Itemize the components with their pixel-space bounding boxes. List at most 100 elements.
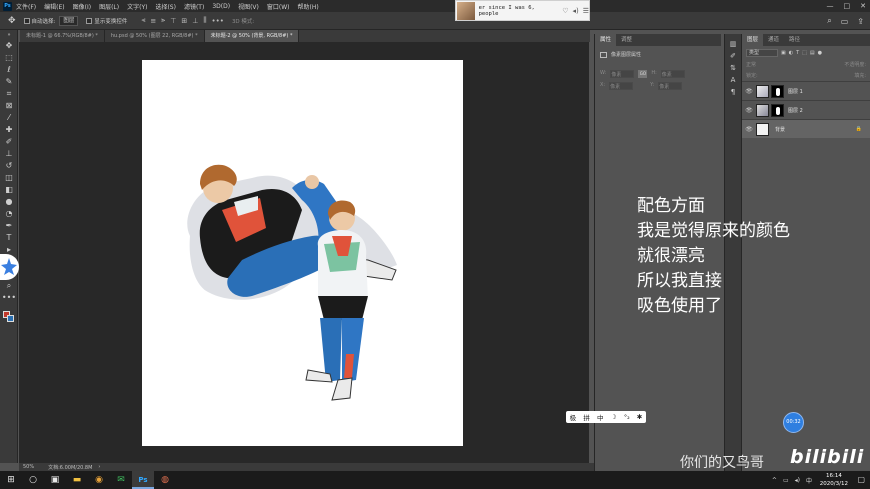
align-right-icon[interactable]: ⫸	[161, 16, 165, 25]
dodge-tool-icon[interactable]: ◔	[0, 208, 18, 220]
x-input[interactable]: 像素	[609, 82, 634, 90]
paragraph-icon[interactable]: ¶	[725, 86, 741, 98]
menu-window[interactable]: 窗口(W)	[267, 2, 290, 11]
zoom-tool-icon[interactable]: ⌕	[0, 280, 18, 292]
search-icon[interactable]: ⌕	[827, 16, 831, 26]
workspace-icon[interactable]: ▭	[841, 17, 849, 26]
menu-filter[interactable]: 滤镜(T)	[184, 2, 204, 11]
crop-tool-icon[interactable]: ⌗	[0, 88, 18, 100]
eyedropper-tool-icon[interactable]: ⁄	[0, 112, 18, 124]
filter-smart-icon[interactable]: ▤	[810, 50, 815, 56]
chrome-icon[interactable]: ◉	[88, 471, 110, 489]
tab-untitled-1[interactable]: 未标题-1 @ 66.7%(RGB/8#) *	[20, 30, 105, 42]
maximize-button[interactable]: □	[844, 2, 851, 10]
tab-channels[interactable]: 通道	[763, 34, 784, 46]
healing-tool-icon[interactable]: ✚	[0, 124, 18, 136]
marquee-tool-icon[interactable]: ⬚	[0, 52, 18, 64]
frame-tool-icon[interactable]: ⊠	[0, 100, 18, 112]
network-icon[interactable]: ▭	[783, 477, 789, 484]
ime-chinese-mode[interactable]: 中	[597, 412, 604, 422]
close-button[interactable]: ✕	[860, 2, 866, 10]
move-tool-icon[interactable]: ✥	[0, 40, 18, 52]
lasso-tool-icon[interactable]: ℓ	[0, 64, 18, 76]
share-icon[interactable]: ⇪	[857, 17, 864, 26]
width-input[interactable]: 像素	[610, 70, 635, 78]
input-language-icon[interactable]: 中	[806, 476, 812, 485]
tray-up-icon[interactable]: ^	[772, 477, 777, 484]
link-icon[interactable]: GO	[638, 70, 648, 78]
recording-timer-bubble[interactable]: 00:32	[783, 412, 804, 433]
heart-icon[interactable]: ♡	[562, 7, 568, 15]
wechat-icon[interactable]: ✉	[110, 471, 132, 489]
gradient-tool-icon[interactable]: ◧	[0, 184, 18, 196]
menu-select[interactable]: 选择(S)	[155, 2, 176, 11]
align-center-icon[interactable]: ≡	[150, 17, 156, 25]
menu-help[interactable]: 帮助(H)	[298, 2, 319, 11]
ime-moon-icon[interactable]: ☽	[611, 413, 617, 421]
layer-name[interactable]: 图层 2	[788, 107, 803, 114]
brush-tool-icon[interactable]: ✐	[0, 136, 18, 148]
visibility-eye-icon[interactable]: 👁	[742, 107, 756, 114]
layer-mask-thumbnail[interactable]	[771, 84, 784, 98]
task-view-icon[interactable]: ▣	[44, 471, 66, 489]
tab-properties[interactable]: 属性	[595, 34, 617, 46]
blend-mode-dropdown[interactable]: 正常	[746, 61, 756, 68]
menu-3d[interactable]: 3D(D)	[212, 3, 230, 10]
layer-mask-thumbnail[interactable]	[771, 103, 784, 117]
layer-row[interactable]: 👁 图层 1	[742, 81, 870, 100]
ime-punct-icon[interactable]: °₂	[624, 413, 630, 421]
auto-select-dropdown[interactable]: 图层	[59, 15, 79, 26]
history-brush-icon[interactable]: ↺	[0, 160, 18, 172]
y-input[interactable]: 像素	[658, 82, 683, 90]
pen-tool-icon[interactable]: ✒	[0, 220, 18, 232]
background-color-swatch[interactable]	[7, 315, 14, 322]
status-arrow-icon[interactable]: ›	[98, 464, 100, 470]
show-transform-checkbox[interactable]	[86, 17, 93, 24]
menu-file[interactable]: 文件(F)	[16, 2, 36, 11]
minimize-button[interactable]: —	[827, 2, 834, 10]
menu-layer[interactable]: 图层(L)	[99, 2, 119, 11]
visibility-eye-icon[interactable]: 👁	[742, 88, 756, 95]
layer-row[interactable]: 👁 背景 🔒	[742, 119, 870, 138]
tab-adjustments[interactable]: 调整	[616, 34, 637, 46]
edit-toolbar-icon[interactable]: •••	[0, 292, 18, 304]
layer-kind-filter[interactable]: 类型	[746, 48, 778, 57]
collapse-icon[interactable]: »	[0, 30, 18, 40]
menu-icon[interactable]: ☰	[583, 7, 589, 15]
volume-icon[interactable]: ◂)	[795, 477, 800, 484]
align-left-icon[interactable]: ⫷	[141, 16, 145, 25]
windows-start-icon[interactable]: ⊞	[0, 471, 22, 489]
tab-layers[interactable]: 图层	[742, 34, 764, 46]
search-icon[interactable]: ○	[22, 471, 44, 489]
align-top-icon[interactable]: ⊤	[170, 17, 176, 25]
blur-tool-icon[interactable]: ●	[0, 196, 18, 208]
music-lyric-popup[interactable]: er since I was 6, people ♡ ◂) ☰	[455, 0, 590, 21]
tab-paths[interactable]: 路径	[784, 34, 805, 46]
filter-pixel-icon[interactable]: ▣	[781, 50, 786, 56]
quick-select-tool-icon[interactable]: ✎	[0, 76, 18, 88]
layer-row[interactable]: 👁 图层 2	[742, 100, 870, 119]
music-app-icon[interactable]: ◍	[154, 471, 176, 489]
menu-image[interactable]: 图像(I)	[73, 2, 91, 11]
eraser-tool-icon[interactable]: ◫	[0, 172, 18, 184]
align-middle-icon[interactable]: ⊞	[181, 17, 187, 25]
notification-icon[interactable]: ▢	[857, 475, 865, 484]
tab-hu-psd[interactable]: hu.psd @ 50% (图层 22, RGB/8#) *	[105, 30, 205, 42]
menu-view[interactable]: 视图(V)	[238, 2, 259, 11]
ime-settings-icon[interactable]: ✱	[637, 413, 642, 421]
character-icon[interactable]: A	[725, 74, 741, 86]
more-options-icon[interactable]: •••	[212, 17, 224, 25]
layer-name[interactable]: 背景	[775, 126, 785, 133]
tab-untitled-2[interactable]: 未标题-2 @ 50% (背景, RGB/8#) *	[204, 30, 300, 42]
adjust-icon[interactable]: ⇅	[725, 62, 741, 74]
filter-shape-icon[interactable]: ⬚	[802, 50, 807, 56]
stamp-tool-icon[interactable]: ⊥	[0, 148, 18, 160]
filter-toggle-icon[interactable]: ●	[818, 50, 822, 56]
layer-name[interactable]: 图层 1	[788, 88, 803, 95]
zoom-level[interactable]: 50%	[23, 464, 34, 470]
taskbar-clock[interactable]: 16:14 2020/3/12	[820, 472, 848, 488]
ime-pinyin[interactable]: 拼	[583, 412, 590, 422]
brush-settings-icon[interactable]: ✐	[725, 50, 741, 62]
volume-icon[interactable]: ◂)	[572, 7, 578, 15]
align-bottom-icon[interactable]: ⊥	[192, 17, 198, 25]
